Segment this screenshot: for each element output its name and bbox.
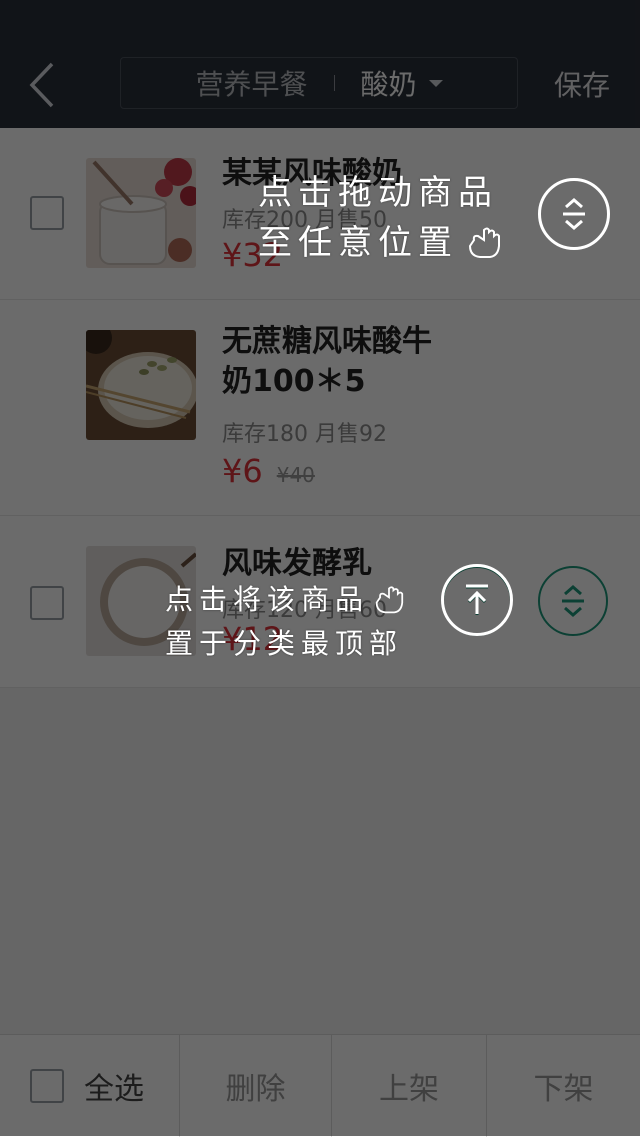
product-image <box>86 158 196 268</box>
product-price-block: ¥6 ¥40 <box>222 452 315 490</box>
category-divider <box>333 75 335 91</box>
pin-to-top-icon <box>466 584 488 614</box>
drag-guide-line2-row: 至任意位置 <box>258 218 502 268</box>
category-primary[interactable]: 营养早餐 <box>195 63 307 103</box>
product-name: 无蔗糖风味酸牛奶100＊5 <box>222 324 432 399</box>
product-old-price: ¥40 <box>276 463 315 487</box>
bottom-action-bar: 全选 删除 上架 下架 <box>0 1034 640 1137</box>
drag-guide-line1: 点击拖动商品 <box>258 173 498 213</box>
select-all-checkbox[interactable] <box>30 1069 64 1103</box>
drag-sort-highlight[interactable] <box>538 178 610 250</box>
unshelve-button[interactable]: 下架 <box>487 1035 640 1137</box>
product-stats: 库存180 月售92 <box>222 422 387 447</box>
back-button[interactable] <box>22 60 62 110</box>
category-secondary[interactable]: 酸奶 <box>361 63 443 103</box>
product-price: ¥6 <box>222 452 263 490</box>
chevron-left-icon <box>29 62 54 108</box>
select-all-button[interactable]: 全选 <box>0 1035 180 1137</box>
top-guide-line1: 点击将该商品 <box>165 583 370 616</box>
top-guide-line2: 置于分类最顶部 <box>165 627 404 660</box>
top-bar: 营养早餐 酸奶 保存 <box>0 0 640 128</box>
drag-guide-tip: 点击拖动商品 至任意位置 <box>258 168 502 268</box>
delete-button[interactable]: 删除 <box>180 1035 332 1137</box>
hand-pointer-icon <box>468 227 500 258</box>
sort-drag-icon <box>563 198 585 230</box>
category-secondary-label: 酸奶 <box>360 68 417 101</box>
product-row: 无蔗糖风味酸牛奶100＊5 库存180 月售92 ¥6 ¥40 <box>0 300 640 614</box>
product-checkbox[interactable] <box>30 196 64 230</box>
drag-sort-button[interactable] <box>538 566 608 636</box>
move-to-top-highlight[interactable] <box>441 564 513 636</box>
category-selector[interactable]: 营养早餐 酸奶 <box>120 57 518 109</box>
sort-drag-icon <box>562 585 584 617</box>
drag-guide-line2: 至任意位置 <box>258 223 458 263</box>
caret-down-icon <box>428 79 443 87</box>
hand-pointer-icon <box>375 586 404 614</box>
save-button[interactable]: 保存 <box>554 64 610 104</box>
top-guide-line1-row: 点击将该商品 <box>165 578 405 622</box>
product-image <box>86 330 196 440</box>
shelve-button[interactable]: 上架 <box>332 1035 487 1137</box>
product-checkbox[interactable] <box>30 586 64 620</box>
top-guide-tip: 点击将该商品 置于分类最顶部 <box>165 578 405 666</box>
select-all-label: 全选 <box>84 1072 144 1107</box>
